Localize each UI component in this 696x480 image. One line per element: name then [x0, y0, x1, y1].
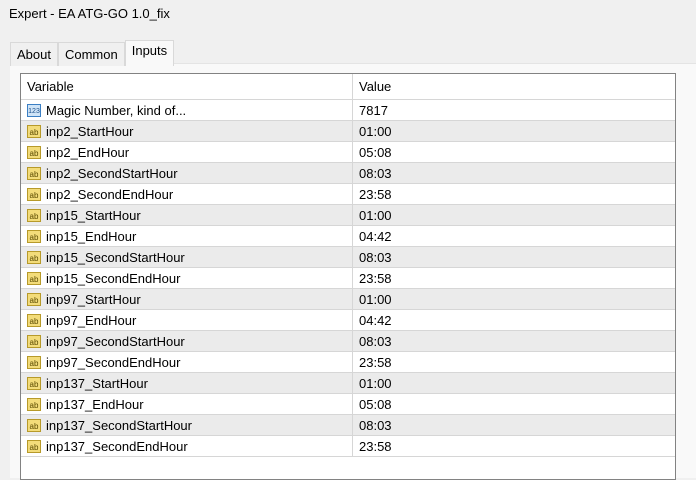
number-type-icon: 123	[27, 103, 41, 117]
variable-name: inp15_EndHour	[46, 228, 137, 244]
table-row[interactable]: ab inp15_SecondStartHour 08:03	[21, 247, 675, 268]
variable-cell[interactable]: ab inp97_StartHour	[21, 289, 353, 309]
string-type-icon: ab	[27, 145, 41, 159]
variable-cell[interactable]: ab inp15_StartHour	[21, 205, 353, 225]
value-cell[interactable]: 08:03	[353, 334, 392, 349]
table-row[interactable]: ab inp97_SecondEndHour 23:58	[21, 352, 675, 373]
value-cell[interactable]: 04:42	[353, 313, 392, 328]
value-cell[interactable]: 23:58	[353, 355, 392, 370]
variable-name: inp97_EndHour	[46, 312, 137, 328]
table-row[interactable]: ab inp137_StartHour 01:00	[21, 373, 675, 394]
tab-bar: About Common Inputs	[10, 40, 175, 66]
variable-name: inp137_StartHour	[46, 375, 148, 391]
string-type-icon: ab	[27, 313, 41, 327]
table-row[interactable]: ab inp2_SecondStartHour 08:03	[21, 163, 675, 184]
string-type-icon: ab	[27, 439, 41, 453]
window-title: Expert - EA ATG-GO 1.0_fix	[9, 6, 170, 21]
value-cell[interactable]: 23:58	[353, 271, 392, 286]
string-type-icon: ab	[27, 418, 41, 432]
variable-cell[interactable]: 123 Magic Number, kind of...	[21, 100, 353, 120]
table-row[interactable]: ab inp15_StartHour 01:00	[21, 205, 675, 226]
table-row[interactable]: ab inp137_EndHour 05:08	[21, 394, 675, 415]
variable-name: inp137_SecondStartHour	[46, 417, 192, 433]
variable-cell[interactable]: ab inp97_SecondStartHour	[21, 331, 353, 351]
variable-cell[interactable]: ab inp2_EndHour	[21, 142, 353, 162]
value-cell[interactable]: 01:00	[353, 208, 392, 223]
tab-inputs[interactable]: Inputs	[124, 40, 175, 66]
string-type-icon: ab	[27, 355, 41, 369]
string-type-icon: ab	[27, 187, 41, 201]
variable-name: inp137_EndHour	[46, 396, 144, 412]
table-row[interactable]: ab inp2_SecondEndHour 23:58	[21, 184, 675, 205]
variable-cell[interactable]: ab inp2_SecondEndHour	[21, 184, 353, 204]
variable-cell[interactable]: ab inp97_SecondEndHour	[21, 352, 353, 372]
variable-name: inp15_SecondEndHour	[46, 270, 181, 286]
tab-about[interactable]: About	[10, 42, 58, 66]
variable-cell[interactable]: ab inp15_EndHour	[21, 226, 353, 246]
variable-name: inp2_SecondStartHour	[46, 165, 178, 181]
variable-cell[interactable]: ab inp2_SecondStartHour	[21, 163, 353, 183]
variable-cell[interactable]: ab inp137_EndHour	[21, 394, 353, 414]
value-cell[interactable]: 05:08	[353, 145, 392, 160]
string-type-icon: ab	[27, 397, 41, 411]
string-type-icon: ab	[27, 334, 41, 348]
string-type-icon: ab	[27, 376, 41, 390]
variable-name: inp97_SecondEndHour	[46, 354, 181, 370]
variable-cell[interactable]: ab inp137_SecondStartHour	[21, 415, 353, 435]
inputs-table: Variable Value 123 Magic Number, kind of.…	[20, 73, 676, 480]
value-cell[interactable]: 08:03	[353, 418, 392, 433]
value-cell[interactable]: 01:00	[353, 292, 392, 307]
table-header: Variable Value	[21, 74, 675, 100]
table-row[interactable]: ab inp15_EndHour 04:42	[21, 226, 675, 247]
table-row[interactable]: ab inp2_EndHour 05:08	[21, 142, 675, 163]
value-cell[interactable]: 04:42	[353, 229, 392, 244]
variable-name: inp2_EndHour	[46, 144, 130, 160]
table-row[interactable]: ab inp97_EndHour 04:42	[21, 310, 675, 331]
value-cell[interactable]: 08:03	[353, 166, 392, 181]
variable-name: inp97_SecondStartHour	[46, 333, 185, 349]
variable-name: inp15_SecondStartHour	[46, 249, 185, 265]
column-header-value[interactable]: Value	[353, 79, 391, 94]
table-row[interactable]: ab inp137_SecondEndHour 23:58	[21, 436, 675, 457]
tab-common[interactable]: Common	[57, 42, 125, 66]
variable-cell[interactable]: ab inp15_SecondStartHour	[21, 247, 353, 267]
string-type-icon: ab	[27, 292, 41, 306]
variable-name: inp15_StartHour	[46, 207, 141, 223]
variable-name: inp2_SecondEndHour	[46, 186, 174, 202]
variable-cell[interactable]: ab inp137_SecondEndHour	[21, 436, 353, 456]
string-type-icon: ab	[27, 271, 41, 285]
value-cell[interactable]: 23:58	[353, 187, 392, 202]
value-cell[interactable]: 23:58	[353, 439, 392, 454]
string-type-icon: ab	[27, 208, 41, 222]
string-type-icon: ab	[27, 250, 41, 264]
table-row[interactable]: ab inp15_SecondEndHour 23:58	[21, 268, 675, 289]
variable-name: Magic Number, kind of...	[46, 102, 187, 118]
value-cell[interactable]: 7817	[353, 103, 388, 118]
table-row[interactable]: ab inp2_StartHour 01:00	[21, 121, 675, 142]
variable-name: inp137_SecondEndHour	[46, 438, 188, 454]
string-type-icon: ab	[27, 229, 41, 243]
table-row[interactable]: ab inp97_SecondStartHour 08:03	[21, 331, 675, 352]
value-cell[interactable]: 05:08	[353, 397, 392, 412]
table-row[interactable]: ab inp137_SecondStartHour 08:03	[21, 415, 675, 436]
column-header-variable[interactable]: Variable	[21, 74, 353, 99]
string-type-icon: ab	[27, 166, 41, 180]
variable-cell[interactable]: ab inp137_StartHour	[21, 373, 353, 393]
string-type-icon: ab	[27, 124, 41, 138]
value-cell[interactable]: 01:00	[353, 124, 392, 139]
variable-cell[interactable]: ab inp97_EndHour	[21, 310, 353, 330]
variable-name: inp2_StartHour	[46, 123, 134, 139]
variable-cell[interactable]: ab inp2_StartHour	[21, 121, 353, 141]
variable-name: inp97_StartHour	[46, 291, 141, 307]
table-row[interactable]: 123 Magic Number, kind of... 7817	[21, 100, 675, 121]
variable-cell[interactable]: ab inp15_SecondEndHour	[21, 268, 353, 288]
table-row[interactable]: ab inp97_StartHour 01:00	[21, 289, 675, 310]
value-cell[interactable]: 01:00	[353, 376, 392, 391]
value-cell[interactable]: 08:03	[353, 250, 392, 265]
